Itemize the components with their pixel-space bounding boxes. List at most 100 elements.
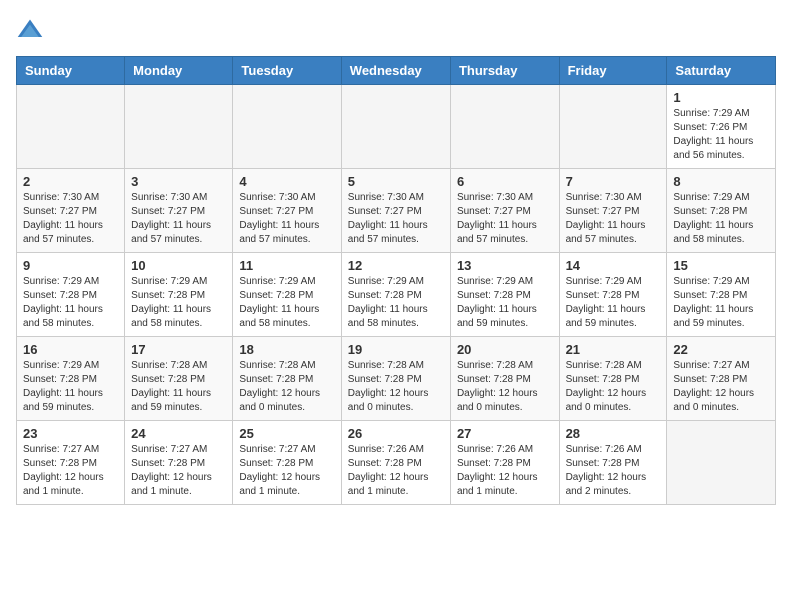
day-info: Sunrise: 7:29 AMSunset: 7:28 PMDaylight:…: [566, 275, 661, 331]
day-number: 26: [348, 426, 444, 441]
calendar-cell: 27Sunrise: 7:26 AMSunset: 7:28 PMDayligh…: [450, 421, 559, 505]
day-info: Sunrise: 7:30 AMSunset: 7:27 PMDaylight:…: [239, 191, 334, 247]
calendar-cell: [17, 85, 125, 169]
day-info: Sunrise: 7:30 AMSunset: 7:27 PMDaylight:…: [131, 191, 226, 247]
calendar-cell: 19 Sunrise: 7:28 AMSunset: 7:28 PMDayligh…: [341, 337, 450, 421]
calendar-cell: 1 Sunrise: 7:29 AMSunset: 7:26 PMDaylight…: [667, 85, 776, 169]
day-number: 23: [23, 426, 118, 441]
calendar-cell: 11 Sunrise: 7:29 AMSunset: 7:28 PMDayligh…: [233, 253, 341, 337]
day-number: 24: [131, 426, 226, 441]
calendar-cell: 2 Sunrise: 7:30 AMSunset: 7:27 PMDaylight…: [17, 169, 125, 253]
weekday-header-sunday: Sunday: [17, 57, 125, 85]
weekday-header-monday: Monday: [125, 57, 233, 85]
day-number: 25: [239, 426, 334, 441]
calendar-cell: 6 Sunrise: 7:30 AMSunset: 7:27 PMDaylight…: [450, 169, 559, 253]
day-info: Sunrise: 7:29 AMSunset: 7:28 PMDaylight:…: [23, 359, 118, 415]
day-number: 17: [131, 342, 226, 357]
day-number: 15: [673, 258, 769, 273]
day-number: 1: [673, 90, 769, 105]
weekday-header-wednesday: Wednesday: [341, 57, 450, 85]
calendar-week-4: 16 Sunrise: 7:29 AMSunset: 7:28 PMDayligh…: [17, 337, 776, 421]
day-number: 20: [457, 342, 553, 357]
calendar-cell: [450, 85, 559, 169]
weekday-header-saturday: Saturday: [667, 57, 776, 85]
day-info: Sunrise: 7:26 AMSunset: 7:28 PMDaylight:…: [348, 443, 444, 499]
day-info: Sunrise: 7:27 AMSunset: 7:28 PMDaylight:…: [131, 443, 226, 499]
day-number: 11: [239, 258, 334, 273]
calendar-week-3: 9 Sunrise: 7:29 AMSunset: 7:28 PMDaylight…: [17, 253, 776, 337]
day-number: 14: [566, 258, 661, 273]
day-info: Sunrise: 7:29 AMSunset: 7:28 PMDaylight:…: [239, 275, 334, 331]
day-info: Sunrise: 7:26 AMSunset: 7:28 PMDaylight:…: [566, 443, 661, 499]
day-info: Sunrise: 7:27 AMSunset: 7:28 PMDaylight:…: [23, 443, 118, 499]
day-number: 12: [348, 258, 444, 273]
calendar-cell: 18 Sunrise: 7:28 AMSunset: 7:28 PMDayligh…: [233, 337, 341, 421]
day-info: Sunrise: 7:29 AMSunset: 7:28 PMDaylight:…: [673, 275, 769, 331]
day-info: Sunrise: 7:30 AMSunset: 7:27 PMDaylight:…: [348, 191, 444, 247]
calendar-cell: 8 Sunrise: 7:29 AMSunset: 7:28 PMDaylight…: [667, 169, 776, 253]
day-number: 22: [673, 342, 769, 357]
day-info: Sunrise: 7:30 AMSunset: 7:27 PMDaylight:…: [23, 191, 118, 247]
calendar-cell: 4 Sunrise: 7:30 AMSunset: 7:27 PMDaylight…: [233, 169, 341, 253]
weekday-header-thursday: Thursday: [450, 57, 559, 85]
calendar-cell: 22 Sunrise: 7:27 AMSunset: 7:28 PMDayligh…: [667, 337, 776, 421]
day-number: 7: [566, 174, 661, 189]
day-number: 27: [457, 426, 553, 441]
day-number: 8: [673, 174, 769, 189]
calendar-week-5: 23 Sunrise: 7:27 AMSunset: 7:28 PMDayligh…: [17, 421, 776, 505]
calendar-cell: [233, 85, 341, 169]
day-number: 5: [348, 174, 444, 189]
day-info: Sunrise: 7:29 AMSunset: 7:26 PMDaylight:…: [673, 107, 769, 163]
logo-icon: [16, 16, 44, 44]
day-number: 9: [23, 258, 118, 273]
page-header: [16, 16, 776, 44]
calendar-cell: 28 Sunrise: 7:26 AMSunset: 7:28 PMDayligh…: [559, 421, 667, 505]
calendar-cell: 13 Sunrise: 7:29 AMSunset: 7:28 PMDayligh…: [450, 253, 559, 337]
calendar-cell: 12 Sunrise: 7:29 AMSunset: 7:28 PMDayligh…: [341, 253, 450, 337]
day-number: 6: [457, 174, 553, 189]
calendar-cell: 3 Sunrise: 7:30 AMSunset: 7:27 PMDaylight…: [125, 169, 233, 253]
calendar-table: SundayMondayTuesdayWednesdayThursdayFrid…: [16, 56, 776, 505]
day-info: Sunrise: 7:27 AMSunset: 7:28 PMDaylight:…: [673, 359, 769, 415]
calendar-cell: 24 Sunrise: 7:27 AMSunset: 7:28 PMDayligh…: [125, 421, 233, 505]
day-number: 10: [131, 258, 226, 273]
calendar-cell: 14 Sunrise: 7:29 AMSunset: 7:28 PMDayligh…: [559, 253, 667, 337]
calendar-cell: 17 Sunrise: 7:28 AMSunset: 7:28 PMDayligh…: [125, 337, 233, 421]
calendar-week-2: 2 Sunrise: 7:30 AMSunset: 7:27 PMDaylight…: [17, 169, 776, 253]
calendar-week-1: 1 Sunrise: 7:29 AMSunset: 7:26 PMDaylight…: [17, 85, 776, 169]
calendar-cell: 21Sunrise: 7:28 AMSunset: 7:28 PMDayligh…: [559, 337, 667, 421]
day-number: 28: [566, 426, 661, 441]
day-number: 21: [566, 342, 661, 357]
day-info: Sunrise: 7:29 AMSunset: 7:28 PMDaylight:…: [23, 275, 118, 331]
day-number: 13: [457, 258, 553, 273]
calendar-cell: 15 Sunrise: 7:29 AMSunset: 7:28 PMDayligh…: [667, 253, 776, 337]
day-info: Sunrise: 7:28 AMSunset: 7:28 PMDaylight:…: [131, 359, 226, 415]
calendar-cell: 7Sunrise: 7:30 AMSunset: 7:27 PMDaylight…: [559, 169, 667, 253]
calendar-cell: [559, 85, 667, 169]
day-info: Sunrise: 7:29 AMSunset: 7:28 PMDaylight:…: [131, 275, 226, 331]
calendar-header-row: SundayMondayTuesdayWednesdayThursdayFrid…: [17, 57, 776, 85]
calendar-cell: 25 Sunrise: 7:27 AMSunset: 7:28 PMDayligh…: [233, 421, 341, 505]
calendar-cell: 9 Sunrise: 7:29 AMSunset: 7:28 PMDaylight…: [17, 253, 125, 337]
day-number: 2: [23, 174, 118, 189]
day-info: Sunrise: 7:29 AMSunset: 7:28 PMDaylight:…: [348, 275, 444, 331]
day-number: 16: [23, 342, 118, 357]
day-number: 4: [239, 174, 334, 189]
day-number: 19: [348, 342, 444, 357]
day-number: 3: [131, 174, 226, 189]
day-info: Sunrise: 7:28 AMSunset: 7:28 PMDaylight:…: [457, 359, 553, 415]
day-info: Sunrise: 7:30 AMSunset: 7:27 PMDaylight:…: [457, 191, 553, 247]
weekday-header-friday: Friday: [559, 57, 667, 85]
day-info: Sunrise: 7:27 AMSunset: 7:28 PMDaylight:…: [239, 443, 334, 499]
calendar-cell: 5 Sunrise: 7:30 AMSunset: 7:27 PMDaylight…: [341, 169, 450, 253]
day-info: Sunrise: 7:29 AMSunset: 7:28 PMDaylight:…: [673, 191, 769, 247]
weekday-header-tuesday: Tuesday: [233, 57, 341, 85]
day-info: Sunrise: 7:29 AMSunset: 7:28 PMDaylight:…: [457, 275, 553, 331]
day-info: Sunrise: 7:28 AMSunset: 7:28 PMDaylight:…: [239, 359, 334, 415]
day-number: 18: [239, 342, 334, 357]
day-info: Sunrise: 7:28 AMSunset: 7:28 PMDaylight:…: [348, 359, 444, 415]
calendar-cell: [125, 85, 233, 169]
calendar-cell: 20 Sunrise: 7:28 AMSunset: 7:28 PMDayligh…: [450, 337, 559, 421]
calendar-cell: [667, 421, 776, 505]
calendar-cell: 26 Sunrise: 7:26 AMSunset: 7:28 PMDayligh…: [341, 421, 450, 505]
